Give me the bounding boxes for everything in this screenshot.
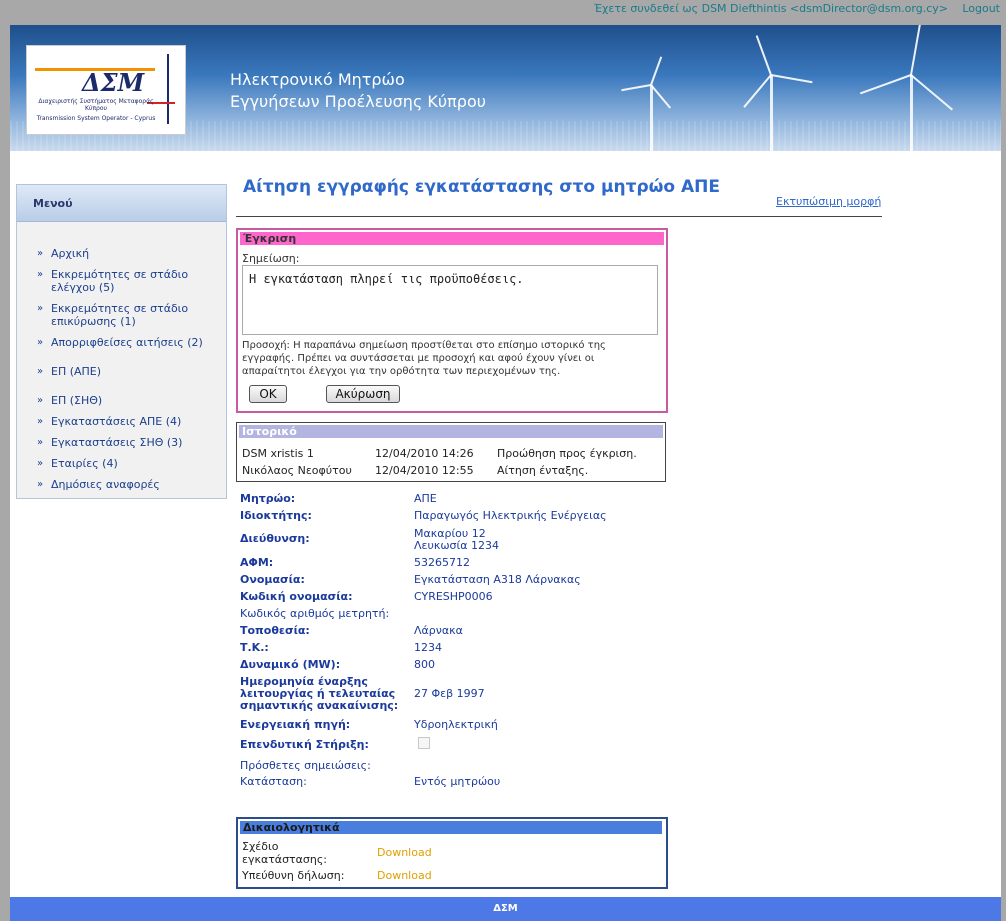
- double-chevron-icon: »: [37, 395, 44, 406]
- login-status: Έχετε συνδεθεί ως DSM Diefthintis <dsmDi…: [593, 2, 948, 15]
- cancel-button[interactable]: Ακύρωση: [326, 385, 400, 403]
- footer: ΔΣΜ: [10, 897, 1001, 921]
- site-title-line2: Εγγυήσεων Προέλευσης Κύπρου: [230, 92, 486, 111]
- name-value: Εγκατάσταση Α318 Λάρνακας: [414, 573, 581, 586]
- declaration-download-link[interactable]: Download: [377, 869, 432, 882]
- approval-heading: Έγκριση: [240, 232, 664, 245]
- site-title: Ηλεκτρονικό Μητρώο Εγγυήσεων Προέλευσης …: [230, 69, 486, 113]
- sidebar-item-ep-ape[interactable]: » ΕΠ (ΑΠΕ): [37, 365, 217, 378]
- status-label: Κατάσταση:: [240, 775, 307, 788]
- registry-value: ΑΠΕ: [414, 492, 437, 505]
- approval-warning: Προσοχή: Η παραπάνω σημείωση προστίθεται…: [242, 340, 606, 377]
- sidebar-item-pending-validation[interactable]: » Εκκρεμότητες σε στάδιο επικύρωσης (1): [37, 302, 217, 328]
- sidebar-item-label: Εγκαταστάσεις ΑΠΕ (4): [51, 415, 182, 428]
- double-chevron-icon: »: [37, 437, 44, 448]
- meter-label: Κωδικός αριθμός μετρητή:: [240, 607, 390, 620]
- code-name-label: Κωδική ονομασία:: [240, 590, 353, 603]
- double-chevron-icon: »: [37, 269, 44, 280]
- sidebar-menu: Μενού » Αρχική » Εκκρεμότητες σε στάδιο ελ…: [16, 184, 227, 499]
- dsm-logo: ΔΣΜ Διαχειριστής Συστήματος Μεταφοράς Κύ…: [26, 45, 186, 135]
- sidebar-item-label: Δημόσιες αναφορές: [51, 478, 160, 491]
- sidebar-item-label: Εκκρεμότητες σε στάδιο ελέγχου (5): [51, 268, 189, 294]
- energy-source-label: Ενεργειακή πηγή:: [240, 718, 351, 731]
- owner-value: Παραγωγός Ηλεκτρικής Ενέργειας: [414, 509, 607, 522]
- history-heading: Ιστορικό: [239, 425, 663, 438]
- registry-label: Μητρώο:: [240, 492, 296, 505]
- sidebar-item-label: Αρχική: [51, 247, 90, 260]
- page-title: Αίτηση εγγραφής εγκατάστασης στο μητρώο …: [243, 177, 720, 197]
- sidebar-item-installations-ape[interactable]: » Εγκαταστάσεις ΑΠΕ (4): [37, 415, 217, 428]
- double-chevron-icon: »: [37, 303, 44, 314]
- sidebar-item-companies[interactable]: » Εταιρίες (4): [37, 457, 217, 470]
- sidebar-item-public-reports[interactable]: » Δημόσιες αναφορές: [37, 478, 217, 491]
- double-chevron-icon: »: [37, 479, 44, 490]
- top-bar: Έχετε συνδεθεί ως DSM Diefthintis <dsmDi…: [0, 0, 1006, 22]
- documents-heading: Δικαιολογητικά: [240, 821, 662, 834]
- note-label: Σημείωση:: [242, 252, 300, 265]
- logo-subtitle-english: Transmission System Operator - Cyprus: [36, 115, 156, 122]
- capacity-label: Δυναμικό (MW):: [240, 658, 341, 671]
- double-chevron-icon: »: [37, 366, 44, 377]
- history-date: 12/04/2010 12:55: [375, 464, 474, 477]
- double-chevron-icon: »: [37, 416, 44, 427]
- owner-label: Ιδιοκτήτης:: [240, 509, 312, 522]
- logo-letters: ΔΣΜ: [82, 68, 145, 97]
- menu-title: Μενού: [33, 197, 73, 210]
- sidebar-item-home[interactable]: » Αρχική: [37, 247, 217, 260]
- title-divider: [236, 216, 882, 217]
- printable-version-link[interactable]: Εκτυπώσιμη μορφή: [776, 195, 881, 208]
- status-value: Εντός μητρώου: [414, 775, 501, 788]
- history-action: Αίτηση ένταξης.: [497, 464, 589, 477]
- declaration-label: Υπεύθυνη δήλωση:: [242, 869, 345, 882]
- sidebar-item-pending-check[interactable]: » Εκκρεμότητες σε στάδιο ελέγχου (5): [37, 268, 217, 294]
- double-chevron-icon: »: [37, 248, 44, 259]
- logo-subtitle-greek: Διαχειριστής Συστήματος Μεταφοράς Κύπρου: [38, 98, 154, 112]
- sidebar-item-rejected[interactable]: » Απορριφθείσες αιτήσεις (2): [37, 336, 217, 349]
- ok-button[interactable]: OK: [249, 385, 287, 403]
- sidebar-item-label: ΕΠ (ΣΗΘ): [51, 394, 103, 407]
- sidebar-item-label: Απορριφθείσες αιτήσεις (2): [51, 336, 203, 349]
- history-panel: Ιστορικό DSM xristis 1 12/04/2010 14:26 …: [236, 422, 666, 482]
- documents-panel: Δικαιολογητικά Σχέδιο εγκατάστασης: Down…: [236, 817, 668, 889]
- investment-support-checkbox[interactable]: [418, 737, 430, 749]
- capacity-value: 800: [414, 658, 435, 671]
- sidebar-item-label: Εταιρίες (4): [51, 457, 118, 470]
- energy-source-value: Υδροηλεκτρική: [414, 718, 498, 731]
- afm-label: ΑΦΜ:: [240, 556, 274, 569]
- history-date: 12/04/2010 14:26: [375, 447, 474, 460]
- history-user: Νικόλαος Νεοφύτου: [242, 464, 352, 477]
- address-line2: Λευκωσία 1234: [414, 539, 499, 552]
- menu-header: Μενού: [17, 185, 226, 222]
- sidebar-item-label: Εκκρεμότητες σε στάδιο επικύρωσης (1): [51, 302, 189, 328]
- sidebar-item-ep-sith[interactable]: » ΕΠ (ΣΗΘ): [37, 394, 217, 407]
- note-textarea[interactable]: Η εγκατάσταση πληρεί τις προϋποθέσεις.: [242, 265, 658, 335]
- location-label: Τοποθεσία:: [240, 624, 310, 637]
- history-action: Προώθηση προς έγκριση.: [497, 447, 637, 460]
- plan-label-line1: Σχέδιο: [242, 840, 279, 853]
- address-label: Διεύθυνση:: [240, 532, 310, 545]
- logout-link[interactable]: Logout: [962, 2, 1000, 15]
- sidebar-item-label: Εγκαταστάσεις ΣΗΘ (3): [51, 436, 183, 449]
- name-label: Ονομασία:: [240, 573, 305, 586]
- page: ΔΣΜ Διαχειριστής Συστήματος Μεταφοράς Κύ…: [10, 25, 1001, 921]
- afm-value: 53265712: [414, 556, 470, 569]
- start-date-label-line3: σημαντικής ανακαίνισης:: [240, 699, 399, 712]
- double-chevron-icon: »: [37, 458, 44, 469]
- approval-panel: Έγκριση Σημείωση: Η εγκατάσταση πληρεί τ…: [236, 228, 668, 413]
- sidebar-item-installations-sith[interactable]: » Εγκαταστάσεις ΣΗΘ (3): [37, 436, 217, 449]
- start-date-value: 27 Φεβ 1997: [414, 687, 485, 700]
- header-banner: ΔΣΜ Διαχειριστής Συστήματος Μεταφοράς Κύ…: [10, 25, 1001, 151]
- additional-notes-label: Πρόσθετες σημειώσεις:: [240, 759, 371, 772]
- history-user: DSM xristis 1: [242, 447, 314, 460]
- location-value: Λάρνακα: [414, 624, 463, 637]
- code-name-value: CYRESHP0006: [414, 590, 493, 603]
- plan-download-link[interactable]: Download: [377, 846, 432, 859]
- plan-label-line2: εγκατάστασης:: [242, 853, 328, 866]
- sidebar-item-label: ΕΠ (ΑΠΕ): [51, 365, 102, 378]
- postcode-label: Τ.Κ.:: [240, 641, 269, 654]
- double-chevron-icon: »: [37, 337, 44, 348]
- postcode-value: 1234: [414, 641, 442, 654]
- site-title-line1: Ηλεκτρονικό Μητρώο: [230, 70, 405, 89]
- investment-support-label: Επενδυτική Στήριξη:: [240, 738, 369, 751]
